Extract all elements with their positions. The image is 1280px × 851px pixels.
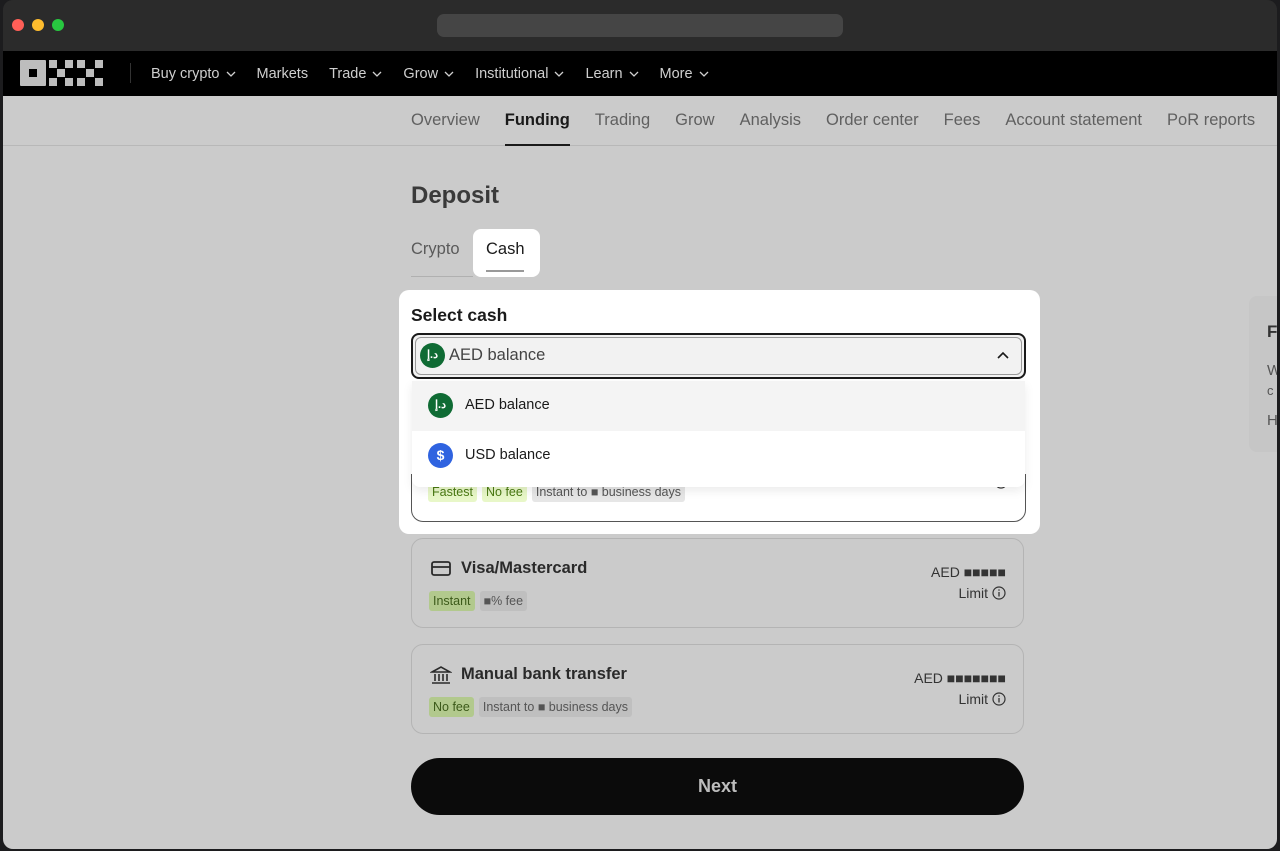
nav-item-buy-crypto[interactable]: Buy crypto <box>151 66 236 82</box>
limit-label: Limit <box>958 585 988 601</box>
nav-item-institutional[interactable]: Institutional <box>475 66 564 82</box>
usd-coin-icon: $ <box>428 443 453 468</box>
chevron-down-icon <box>699 71 709 77</box>
subnav-tab-overview[interactable]: Overview <box>411 96 480 146</box>
method-card-bank[interactable]: Manual bank transfer No fee Instant to ■ … <box>411 644 1024 734</box>
chevron-down-icon <box>372 71 382 77</box>
method-tag: Instant <box>429 591 475 611</box>
limit-label: Limit <box>958 691 988 707</box>
chevron-up-icon <box>997 351 1009 359</box>
side-panel-text: W <box>1267 362 1277 379</box>
zoom-window-button[interactable] <box>52 19 64 31</box>
nav-item-label: Grow <box>403 65 439 82</box>
tab-cash-underline <box>486 270 524 272</box>
method-title: Visa/Mastercard <box>461 559 588 577</box>
select-cash-label: Select cash <box>411 305 508 325</box>
page-title: Deposit <box>411 182 500 209</box>
title-bar <box>3 0 1277 51</box>
method-amount: AED ■■■■■■■ <box>914 670 1006 686</box>
info-icon <box>992 586 1006 600</box>
select-cash-panel: Select cash Fastest No fee Instant to ■ bu… <box>399 290 1040 534</box>
subnav-tab-por-reports[interactable]: PoR reports <box>1167 96 1255 146</box>
method-tags: No fee Instant to ■ business days <box>429 697 632 717</box>
aed-coin-icon: د.إ <box>420 343 445 368</box>
nav-item-label: Learn <box>585 65 623 82</box>
nav-item-trade[interactable]: Trade <box>329 66 382 82</box>
top-navbar: Buy crypto Markets Trade Grow Institutional L… <box>3 51 1277 96</box>
nav-item-label: Markets <box>256 65 309 82</box>
tab-crypto[interactable]: Crypto <box>411 240 460 259</box>
method-tags: Instant ■% fee <box>429 591 528 611</box>
address-bar[interactable] <box>437 14 843 37</box>
nav-item-label: Institutional <box>475 65 549 82</box>
nav-menu: Buy crypto Markets Trade Grow Institutional L… <box>151 51 709 96</box>
bank-icon <box>430 666 452 684</box>
method-card-visa[interactable]: Visa/Mastercard Instant ■% fee AED ■■■■■ … <box>411 538 1024 628</box>
dropdown-option-aed[interactable]: د.إ AED balance <box>412 381 1025 431</box>
nav-divider <box>130 63 131 83</box>
subnav-tab-account-statement[interactable]: Account statement <box>1005 96 1142 146</box>
side-panel-link[interactable]: H <box>1267 412 1277 429</box>
chevron-down-icon <box>444 71 454 77</box>
okx-logo[interactable] <box>20 60 103 86</box>
nav-item-learn[interactable]: Learn <box>585 66 638 82</box>
subnav-tab-analysis[interactable]: Analysis <box>740 96 801 146</box>
nav-item-label: Trade <box>329 65 367 82</box>
subnav-tab-grow[interactable]: Grow <box>675 96 714 146</box>
tab-cash[interactable]: Cash <box>486 240 525 259</box>
next-button[interactable]: Next <box>411 758 1024 815</box>
aed-coin-icon: د.إ <box>428 393 453 418</box>
tabs-divider <box>411 276 473 277</box>
close-window-button[interactable] <box>12 19 24 31</box>
option-label: USD balance <box>465 447 551 463</box>
credit-card-icon <box>431 561 451 576</box>
subnav-tab-fees[interactable]: Fees <box>944 96 981 146</box>
page-content: Overview Funding Trading Grow Analysis Order … <box>3 96 1277 849</box>
dropdown-option-usd[interactable]: $ USD balance <box>412 431 1025 481</box>
minimize-window-button[interactable] <box>32 19 44 31</box>
method-tag: Instant to ■ business days <box>478 697 632 717</box>
side-panel-title: F <box>1267 322 1277 341</box>
info-icon <box>992 692 1006 706</box>
nav-item-label: Buy crypto <box>151 65 220 82</box>
method-title: Manual bank transfer <box>461 665 627 683</box>
chevron-down-icon <box>554 71 564 77</box>
nav-item-grow[interactable]: Grow <box>403 66 454 82</box>
nav-item-more[interactable]: More <box>660 66 709 82</box>
cash-select-value: AED balance <box>449 346 546 364</box>
method-amount: AED ■■■■■ <box>931 564 1006 580</box>
subnav-tab-funding[interactable]: Funding <box>504 96 570 146</box>
limit-info[interactable]: Limit <box>958 585 1006 601</box>
nav-item-label: More <box>659 65 693 82</box>
tab-cash-highlight: Cash <box>473 229 540 277</box>
limit-info[interactable]: Limit <box>958 691 1006 707</box>
chevron-down-icon <box>629 71 638 77</box>
cash-select[interactable]: د.إ AED balance <box>411 333 1026 379</box>
side-panel-text: c <box>1267 383 1274 398</box>
method-tag: ■% fee <box>479 591 528 611</box>
cash-dropdown: د.إ AED balance $ USD balance <box>412 381 1025 487</box>
deposit-tabs: Crypto Cash <box>411 229 1024 277</box>
subnav-tab-trading[interactable]: Trading <box>595 96 650 146</box>
nav-item-markets[interactable]: Markets <box>257 66 309 82</box>
side-info-panel: F W c H <box>1249 296 1277 452</box>
method-tag: No fee <box>429 697 474 717</box>
subnav-tab-order-center[interactable]: Order center <box>826 96 919 146</box>
option-label: AED balance <box>465 397 550 413</box>
assets-subnav: Overview Funding Trading Grow Analysis Order … <box>3 96 1277 146</box>
browser-window: Buy crypto Markets Trade Grow Institutional L… <box>3 0 1277 849</box>
chevron-down-icon <box>226 71 235 77</box>
